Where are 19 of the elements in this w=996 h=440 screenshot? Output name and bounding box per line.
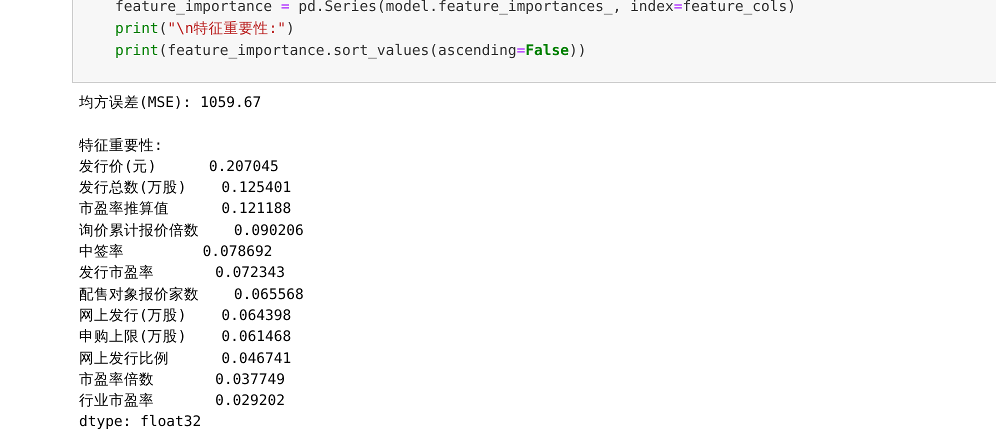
output-line: 网上发行(万股) 0.064398	[79, 306, 292, 326]
code-cell[interactable]: feature_importance = pd.Series(model.feature_importances_, index=feature_cols) print("\n特征重要性:") print(feature_importance.sort_values(ascending=False))	[72, 0, 996, 83]
output-line: 发行市盈率 0.072343	[79, 264, 285, 284]
output-line: 行业市盈率 0.029202	[79, 392, 285, 412]
code-line: print("\n特征重要性:")	[115, 20, 296, 39]
code-line: feature_importance = pd.Series(model.feature_importances_, index=feature_cols)	[115, 0, 797, 17]
output-line: 申购上限(万股) 0.061468	[79, 328, 292, 348]
output-line: 中签率 0.078692	[79, 242, 272, 262]
output-line: dtype: float32	[79, 413, 202, 432]
output-line: 配售对象报价家数 0.065568	[79, 286, 304, 305]
output-line: 发行价(元) 0.207045	[79, 158, 279, 177]
output-line: 询价累计报价倍数 0.090206	[79, 222, 304, 241]
output-line: 均方误差(MSE): 1059.67	[79, 94, 262, 113]
output-line: 市盈率倍数 0.037749	[79, 370, 285, 390]
code-line: print(feature_importance.sort_values(ascending=False))	[115, 42, 588, 61]
output-line: 网上发行比例 0.046741	[79, 350, 292, 369]
output-line: 市盈率推算值 0.121188	[79, 200, 292, 220]
output-line: 发行总数(万股) 0.125401	[79, 179, 292, 198]
output-line: 特征重要性:	[79, 136, 163, 156]
